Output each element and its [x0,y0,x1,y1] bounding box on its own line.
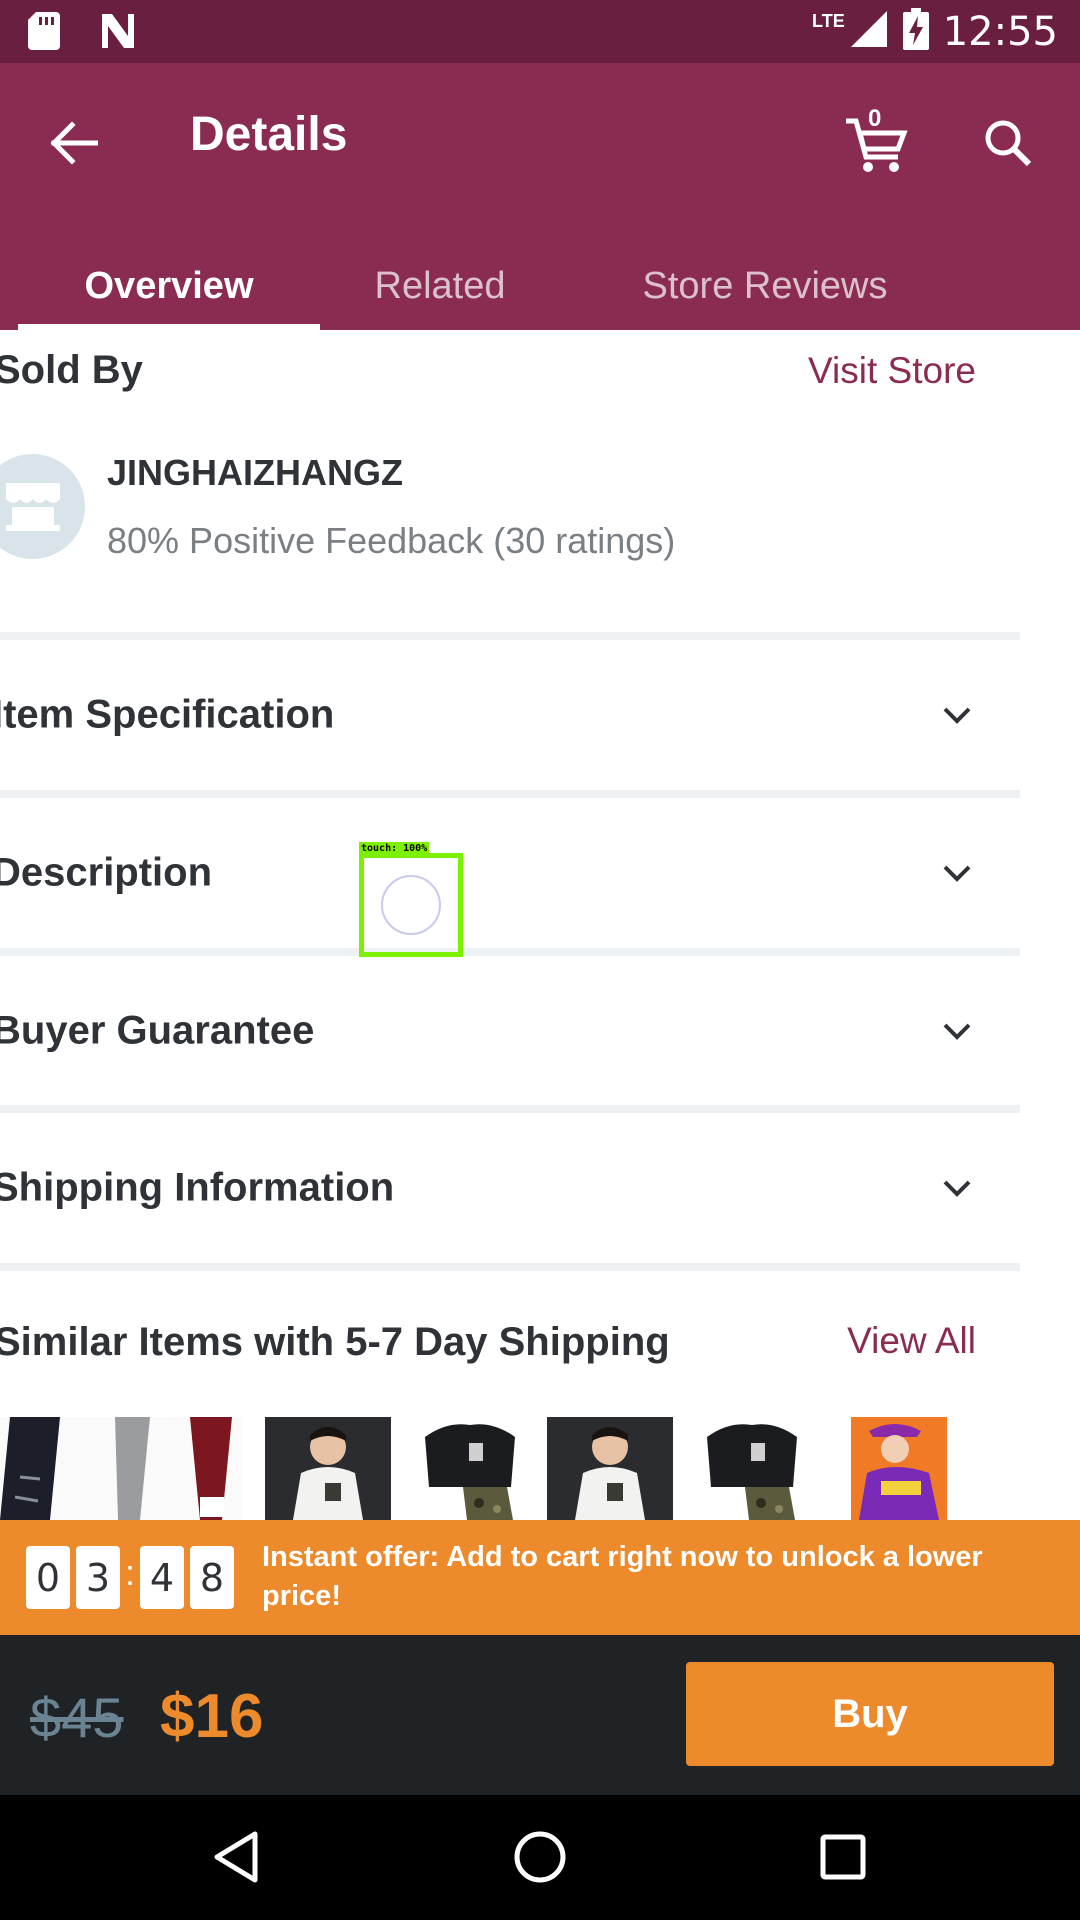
signal-icon [849,9,889,54]
app-bar: Details 0 Overview Related Store Reviews [0,63,1080,330]
square-recents-icon [820,1834,866,1880]
chevron-down-icon [943,1180,971,1197]
n-notification-icon [98,12,138,55]
accordion-label: Item Specification [0,692,335,737]
search-button[interactable] [972,107,1044,179]
offer-message: Instant offer: Add to cart right now to … [262,1541,983,1612]
sold-by-heading: Sold By [0,348,143,392]
timer-separator: : [125,1552,136,1593]
purchase-bar: $45 $16 Buy [0,1635,1080,1795]
girl-purple-outfit-image [829,1417,977,1520]
timer-digit: 4 [140,1546,184,1609]
back-arrow-icon [50,121,98,165]
store-icon [5,482,60,531]
similar-item-thumbnail[interactable] [0,1417,242,1520]
black-sweatshirt-camo-pants-image [425,1424,515,1520]
boy-white-sweatshirt-image [547,1417,673,1520]
visit-store-link[interactable]: Visit Store [808,350,976,392]
cart-count-badge: 0 [868,105,882,132]
instant-offer-banner[interactable]: 0 3 : 4 8 Instant offer: Add to cart rig… [0,1520,1080,1635]
accordion-item-specification[interactable]: Item Specification [0,640,1020,790]
tab-related[interactable]: Related [340,243,540,330]
store-avatar[interactable] [0,454,85,559]
status-bar: LTE 12:55 [0,0,1080,63]
timer-digit: 0 [26,1546,70,1609]
original-price: $45 [30,1686,124,1749]
store-name[interactable]: JINGHAIZHANGZ [107,452,403,494]
similar-items-heading: Similar Items with 5-7 Day Shipping [0,1320,670,1364]
system-nav-bar [0,1795,1080,1920]
similar-item-thumbnail[interactable] [265,1417,391,1520]
divider [0,1105,1020,1113]
accordion-description[interactable]: Description [0,798,1020,948]
chevron-down-icon [943,707,971,724]
circle-home-icon [514,1831,566,1883]
divider [0,1263,1020,1271]
boy-white-sweatshirt-image [265,1417,391,1520]
nav-recents-button[interactable] [803,1817,883,1897]
similar-items-carousel[interactable] [0,1417,980,1520]
search-icon [985,120,1032,167]
sd-card-icon [28,12,60,55]
back-button[interactable] [38,107,110,179]
overview-content[interactable]: Sold By Visit Store JINGHAIZHANGZ 80% Po… [0,330,1080,1520]
accordion-label: Shipping Information [0,1165,395,1210]
chevron-down-icon [943,1023,971,1040]
accordion-buyer-guarantee[interactable]: Buyer Guarantee [0,956,1020,1106]
view-all-link[interactable]: View All [847,1320,976,1362]
chevron-down-icon [943,865,971,882]
clock: 12:55 [942,8,1058,55]
cart-button[interactable]: 0 [832,99,912,179]
nav-back-button[interactable] [196,1817,276,1897]
black-sweatshirt-camo-pants-image [707,1424,797,1520]
tab-bar: Overview Related Store Reviews [0,243,1080,330]
accordion-label: Description [0,850,213,895]
sale-price: $16 [160,1682,264,1751]
divider [0,790,1020,798]
battery-charging-icon [902,8,929,55]
accordion-shipping-information[interactable]: Shipping Information [0,1113,1020,1263]
tab-store-reviews[interactable]: Store Reviews [610,243,920,330]
timer-digit: 8 [190,1546,234,1609]
touch-point [381,875,441,935]
nav-home-button[interactable] [500,1817,580,1897]
divider [0,632,1020,640]
network-type: LTE [812,11,845,31]
triangle-back-icon [214,1831,258,1883]
ripped-jeans-image [0,1417,232,1520]
store-feedback: 80% Positive Feedback (30 ratings) [107,520,676,561]
buy-button[interactable]: Buy [686,1662,1054,1766]
page-title: Details [190,108,348,161]
similar-item-thumbnail[interactable] [829,1417,977,1520]
similar-item-thumbnail[interactable] [407,1417,533,1520]
timer-digit: 3 [76,1546,120,1609]
similar-item-thumbnail[interactable] [547,1417,673,1520]
accordion-label: Buyer Guarantee [0,1008,315,1053]
tab-overview[interactable]: Overview [18,243,320,330]
divider [0,948,1020,956]
similar-item-thumbnail[interactable] [689,1417,815,1520]
